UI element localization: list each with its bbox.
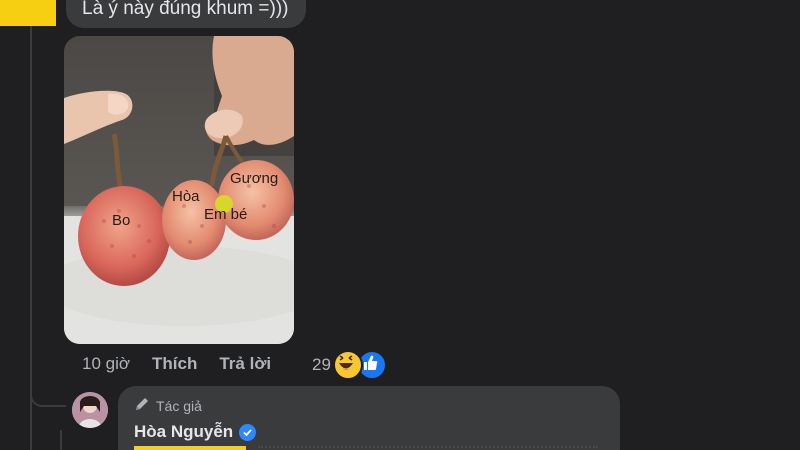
comment-timestamp[interactable]: 10 giờ — [82, 354, 130, 374]
reply-comment-bubble[interactable]: Tác giả Hòa Nguyễn — [118, 386, 620, 450]
lychee-label-em-be: Em bé — [204, 206, 248, 223]
verified-badge-icon — [239, 423, 257, 441]
pen-icon — [134, 396, 150, 415]
thread-connector-line — [30, 0, 32, 450]
lychee-label-bo: Bo — [112, 212, 131, 229]
reply-author-name-row: Hòa Nguyễn — [134, 422, 257, 442]
reply-button[interactable]: Trả lời — [219, 354, 271, 374]
haha-icon — [332, 350, 363, 380]
comment-action-row: 10 giờ Thích Trả lời — [82, 354, 293, 374]
like-button[interactable]: Thích — [152, 354, 197, 374]
reply-text-cutoff — [258, 446, 598, 450]
redacted-avatar — [0, 0, 56, 26]
lychee-label-hoa: Hòa — [172, 188, 200, 205]
reply-author-avatar[interactable] — [72, 392, 108, 428]
author-badge: Tác giả — [134, 396, 202, 415]
reply-connector-elbow — [30, 395, 66, 407]
previous-comment-text: Là ý này đúng khum =))) — [82, 0, 289, 19]
author-tag-label: Tác giả — [156, 397, 202, 414]
previous-comment-bubble[interactable]: Là ý này đúng khum =))) — [66, 0, 307, 28]
reply-author-name[interactable]: Hòa Nguyễn — [134, 422, 233, 442]
comment-photo[interactable]: Bo Hòa Gương Em bé — [64, 36, 294, 344]
reaction-summary[interactable]: 29 — [312, 350, 387, 380]
redacted-reply-text — [134, 446, 246, 450]
reply-connector-line — [60, 430, 62, 450]
reaction-count: 29 — [312, 355, 331, 374]
comment-thread: Là ý này đúng khum =))) Bo Hòa Gương Em … — [0, 0, 800, 450]
lychee-label-guong: Gương — [230, 170, 279, 187]
